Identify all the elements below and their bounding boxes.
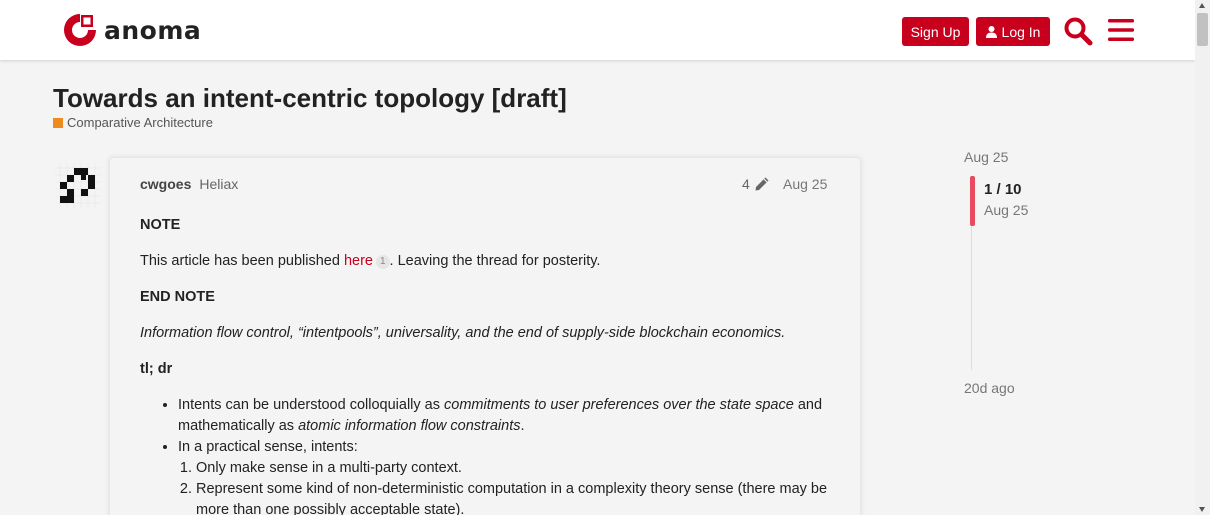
timeline-end-label[interactable]: 20d ago bbox=[964, 380, 1015, 396]
published-text-pre: This article has been published bbox=[140, 253, 344, 269]
post-meta: cwgoes Heliax bbox=[140, 176, 238, 192]
end-note-heading: END NOTE bbox=[140, 289, 215, 305]
bullet1-text-d: atomic information flow constraints bbox=[298, 418, 521, 434]
bullet1-text-b: commitments to user preferences over the… bbox=[444, 397, 794, 413]
site-logo[interactable]: anoma bbox=[62, 11, 201, 49]
hamburger-menu-icon[interactable] bbox=[1108, 16, 1134, 49]
timeline-position-date: Aug 25 bbox=[984, 202, 1029, 218]
edit-history-button[interactable]: 4 bbox=[742, 176, 770, 192]
link-click-count-badge: 1 bbox=[375, 255, 390, 269]
log-in-button[interactable]: Log In bbox=[976, 17, 1050, 46]
scroll-thumb[interactable] bbox=[1197, 13, 1208, 46]
edit-count: 4 bbox=[742, 176, 750, 192]
post-subtitle: Information flow control, “intentpools”,… bbox=[140, 325, 786, 341]
published-text-post: . Leaving the thread for posterity. bbox=[389, 253, 601, 269]
published-paragraph: This article has been published here 1. L… bbox=[140, 251, 830, 272]
bullet2-text: In a practical sense, intents: bbox=[178, 439, 358, 455]
list-item: In a practical sense, intents: Only make… bbox=[178, 437, 830, 515]
post-username[interactable]: cwgoes bbox=[140, 176, 191, 192]
scroll-up-arrow-icon[interactable] bbox=[1199, 3, 1205, 8]
site-header: anoma Sign Up Log In bbox=[0, 0, 1195, 60]
sub-list: Only make sense in a multi-party context… bbox=[196, 458, 830, 515]
topic-title[interactable]: Towards an intent-centric topology [draf… bbox=[53, 83, 567, 114]
list-item: Intents can be understood colloquially a… bbox=[178, 395, 830, 437]
avatar[interactable] bbox=[53, 161, 103, 211]
post-body: NOTE This article has been published her… bbox=[140, 215, 830, 515]
tldr-list: Intents can be understood colloquially a… bbox=[178, 395, 830, 515]
note-heading: NOTE bbox=[140, 217, 181, 233]
pencil-icon bbox=[755, 177, 769, 191]
scroll-down-arrow-icon[interactable] bbox=[1199, 507, 1205, 512]
logo-wordmark: anoma bbox=[104, 15, 202, 45]
bullet1-text-a: Intents can be understood colloquially a… bbox=[178, 397, 445, 413]
user-icon bbox=[985, 25, 997, 38]
published-link[interactable]: here bbox=[344, 253, 373, 269]
category-badge[interactable]: Comparative Architecture bbox=[53, 115, 213, 130]
list-item: Only make sense in a multi-party context… bbox=[196, 458, 830, 479]
list-item: Represent some kind of non-deterministic… bbox=[196, 479, 830, 515]
log-in-label: Log In bbox=[1001, 23, 1041, 40]
vertical-scrollbar[interactable] bbox=[1195, 0, 1210, 515]
tldr-heading: tl; dr bbox=[140, 361, 173, 377]
category-color-swatch bbox=[53, 117, 63, 128]
sign-up-label: Sign Up bbox=[910, 23, 961, 40]
bullet1-text-e: . bbox=[520, 418, 525, 434]
search-icon[interactable] bbox=[1063, 16, 1093, 51]
post-user-title: Heliax bbox=[199, 176, 239, 192]
timeline-start-date[interactable]: Aug 25 bbox=[964, 149, 1008, 165]
post-date[interactable]: Aug 25 bbox=[783, 176, 827, 192]
timeline-handle[interactable] bbox=[970, 176, 975, 226]
timeline-position: 1 / 10 bbox=[984, 181, 1022, 198]
anoma-logo-icon bbox=[64, 14, 96, 46]
sign-up-button[interactable]: Sign Up bbox=[902, 17, 969, 46]
post: cwgoes Heliax 4 Aug 25 NOTE This article… bbox=[109, 157, 861, 515]
category-name: Comparative Architecture bbox=[67, 115, 213, 130]
